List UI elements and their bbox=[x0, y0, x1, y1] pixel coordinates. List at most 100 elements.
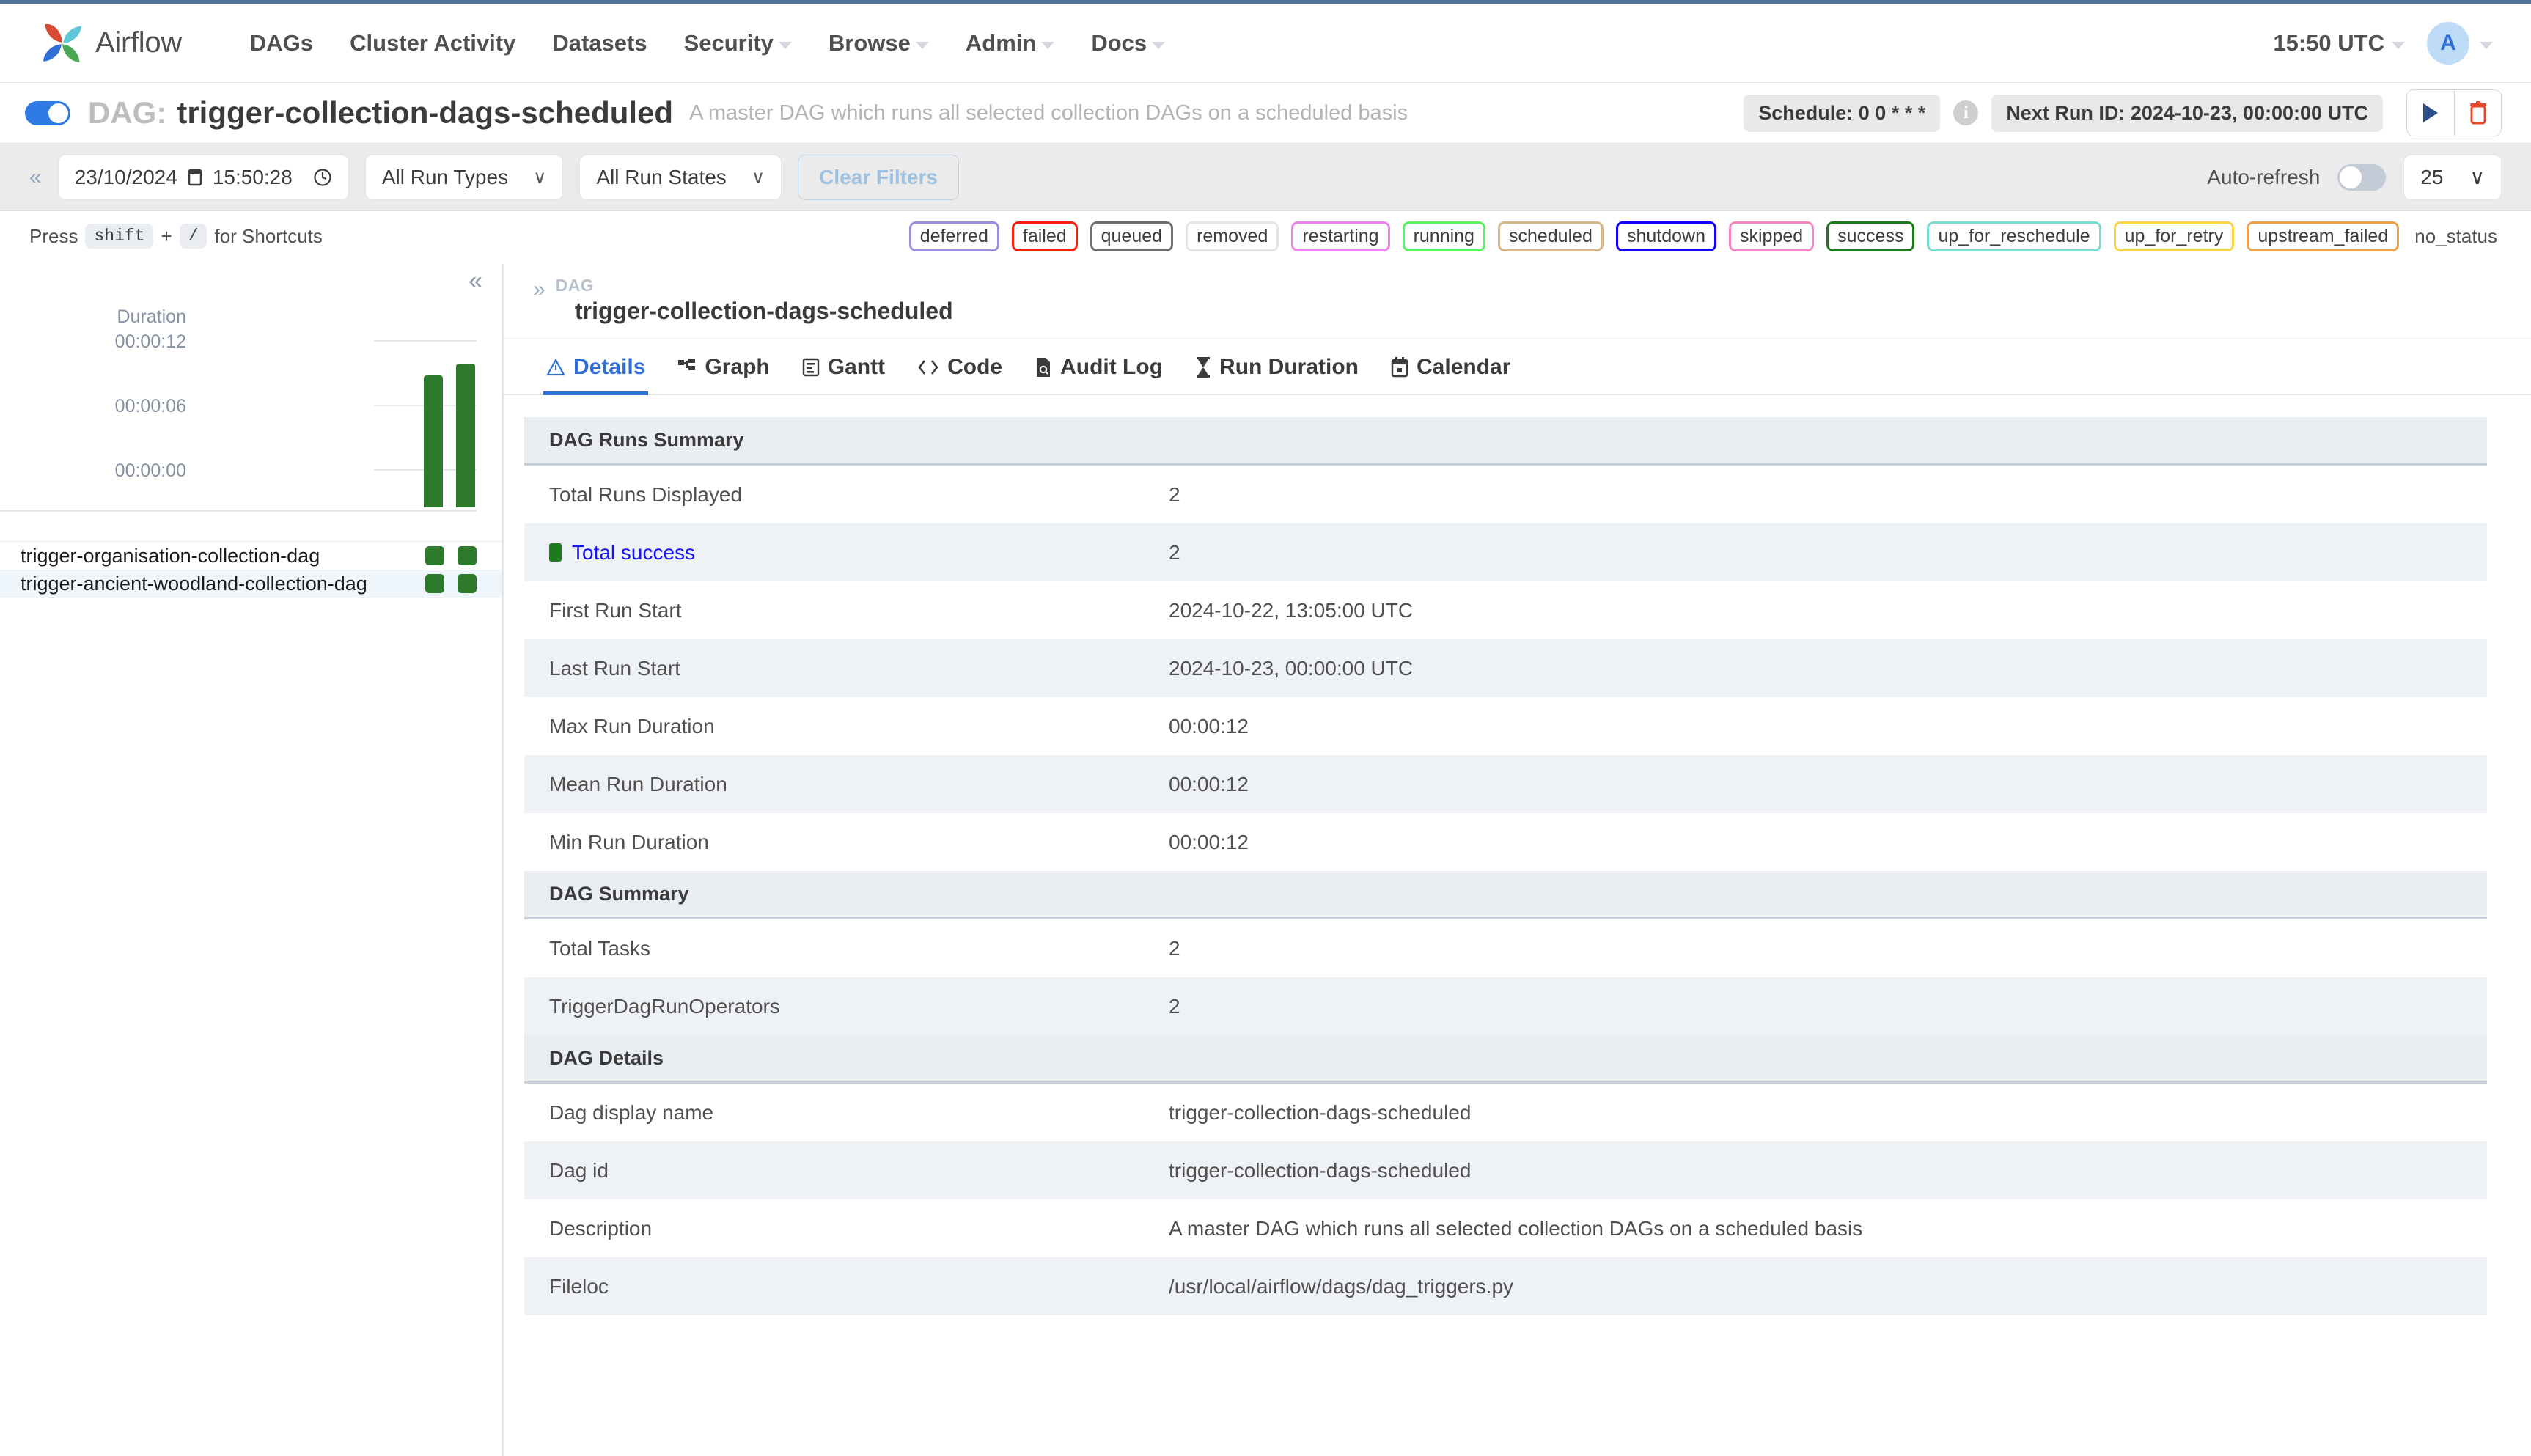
legend-badge-removed[interactable]: removed bbox=[1186, 221, 1279, 251]
legend-badge-deferred[interactable]: deferred bbox=[908, 221, 999, 251]
trash-icon bbox=[2469, 101, 2486, 125]
next-run-badge[interactable]: Next Run ID: 2024-10-23, 00:00:00 UTC bbox=[1991, 94, 2383, 132]
clock-text: 15:50 UTC bbox=[2273, 29, 2384, 56]
dag-pause-toggle[interactable] bbox=[25, 100, 70, 125]
task-instance-square[interactable] bbox=[458, 574, 477, 593]
table-row-value: 2 bbox=[1169, 540, 1180, 564]
auto-refresh-toggle[interactable] bbox=[2337, 163, 2387, 191]
nav-label: Docs bbox=[1091, 29, 1147, 56]
legend-badge-up_for_retry[interactable]: up_for_retry bbox=[2113, 221, 2235, 251]
chevron-up-icon[interactable]: « bbox=[29, 166, 42, 188]
brand-text: Airflow bbox=[95, 26, 182, 59]
tab-audit-log[interactable]: Audit Log bbox=[1018, 355, 1179, 394]
nav-item-admin[interactable]: Admin bbox=[947, 30, 1073, 56]
clear-filters-button[interactable]: Clear Filters bbox=[798, 154, 959, 200]
user-menu[interactable]: A bbox=[2427, 21, 2493, 65]
document-search-icon bbox=[1037, 358, 1051, 377]
play-icon bbox=[2423, 103, 2438, 122]
table-section-header: DAG Summary bbox=[524, 871, 2487, 919]
task-row[interactable]: trigger-ancient-woodland-collection-dag bbox=[0, 570, 502, 598]
legend-badge-scheduled[interactable]: scheduled bbox=[1497, 221, 1604, 251]
schedule-badge[interactable]: Schedule: 0 0 * * * bbox=[1744, 94, 1941, 132]
task-instance-square[interactable] bbox=[425, 574, 444, 593]
table-row-key: TriggerDagRunOperators bbox=[549, 994, 780, 1018]
tab-gantt[interactable]: Gantt bbox=[786, 355, 901, 394]
legend-badge-restarting[interactable]: restarting bbox=[1291, 221, 1390, 251]
table-row-key: DAG Summary bbox=[549, 883, 689, 905]
nav-links: DAGs Cluster Activity Datasets Security … bbox=[232, 30, 1183, 56]
run-type-value: All Run Types bbox=[381, 165, 509, 188]
info-icon[interactable]: i bbox=[1953, 100, 1979, 125]
task-name: trigger-organisation-collection-dag bbox=[21, 544, 320, 567]
task-row[interactable]: trigger-organisation-collection-dag bbox=[0, 542, 502, 570]
navbar-right: 15:50 UTC A bbox=[2273, 21, 2493, 65]
nav-label: Browse bbox=[828, 29, 911, 56]
table-row-key: Min Run Duration bbox=[549, 830, 709, 853]
tab-code[interactable]: Code bbox=[901, 355, 1018, 394]
breadcrumb-kind: DAG bbox=[555, 276, 594, 295]
nav-item-security[interactable]: Security bbox=[666, 30, 810, 56]
task-instance-square[interactable] bbox=[458, 546, 477, 565]
tab-details[interactable]: Details bbox=[530, 355, 661, 395]
node-graph-icon bbox=[678, 359, 696, 370]
legend-badge-skipped[interactable]: skipped bbox=[1728, 221, 1815, 251]
chevron-down-icon: ∨ bbox=[533, 166, 547, 188]
tab-label: Details bbox=[573, 355, 646, 379]
clock-icon[interactable] bbox=[313, 168, 332, 187]
table-row-key: Total Tasks bbox=[549, 936, 650, 960]
table-row-value: trigger-collection-dags-scheduled bbox=[1169, 1158, 1472, 1182]
table-row-key: Dag display name bbox=[549, 1100, 714, 1124]
legend-badge-success[interactable]: success bbox=[1826, 221, 1915, 251]
chevrons-right-icon[interactable]: » bbox=[533, 276, 545, 301]
tab-calendar[interactable]: Calendar bbox=[1375, 355, 1527, 394]
dag-header-bar: DAG: trigger-collection-dags-scheduled A… bbox=[0, 83, 2531, 144]
nav-item-browse[interactable]: Browse bbox=[810, 30, 947, 56]
run-state-value: All Run States bbox=[596, 165, 727, 188]
legend-badge-failed[interactable]: failed bbox=[1011, 221, 1078, 251]
page-size-select[interactable]: 25 ∨ bbox=[2403, 154, 2502, 200]
y-tick-label: 00:00:00 bbox=[114, 460, 186, 481]
nav-item-cluster-activity[interactable]: Cluster Activity bbox=[331, 30, 534, 56]
tab-label: Code bbox=[947, 355, 1003, 379]
delete-dag-button[interactable] bbox=[2454, 90, 2501, 136]
legend-badge-running[interactable]: running bbox=[1402, 221, 1485, 251]
run-date-input[interactable]: 23/10/2024 15:50:28 bbox=[57, 154, 349, 200]
toggle-knob bbox=[48, 103, 68, 123]
table-row: Dag id trigger-collection-dags-scheduled bbox=[524, 1141, 2487, 1199]
details-table: DAG Runs Summary Total Runs Displayed 2 Tot… bbox=[504, 395, 2531, 1315]
task-list: trigger-organisation-collection-dag trigg… bbox=[0, 541, 502, 598]
collapse-grid-icon[interactable]: « bbox=[469, 268, 482, 293]
table-row: Fileloc/usr/local/airflow/dags/dag_trigg… bbox=[524, 1257, 2487, 1315]
legend-badge-shutdown[interactable]: shutdown bbox=[1615, 221, 1716, 251]
task-name: trigger-ancient-woodland-collection-dag bbox=[21, 572, 367, 595]
status-dot bbox=[549, 543, 562, 562]
tab-run-duration[interactable]: Run Duration bbox=[1179, 355, 1375, 394]
table-row-key: Last Run Start bbox=[549, 656, 680, 680]
airflow-pinwheel-logo bbox=[43, 23, 82, 62]
status-legend: deferred failed queued removed restarting run… bbox=[908, 221, 2497, 251]
chart-bar[interactable] bbox=[456, 364, 475, 507]
table-row-key[interactable]: Total success bbox=[549, 541, 1169, 565]
nav-item-datasets[interactable]: Datasets bbox=[534, 30, 665, 56]
table-section-header: DAG Details bbox=[524, 1035, 2487, 1084]
timezone-selector[interactable]: 15:50 UTC bbox=[2273, 30, 2405, 56]
table-row: Max Run Duration 00:00:12 bbox=[524, 697, 2487, 755]
legend-badge-upstream_failed[interactable]: upstream_failed bbox=[2247, 221, 2400, 251]
run-state-select[interactable]: All Run States ∨ bbox=[579, 154, 782, 200]
brand-home-link[interactable]: Airflow bbox=[40, 21, 182, 66]
tab-graph[interactable]: Graph bbox=[661, 355, 785, 394]
nav-item-dags[interactable]: DAGs bbox=[232, 30, 331, 56]
table-row-value: 00:00:12 bbox=[1169, 714, 1249, 738]
chart-bar[interactable] bbox=[424, 375, 443, 507]
task-instance-squares bbox=[425, 546, 477, 565]
nav-item-docs[interactable]: Docs bbox=[1073, 30, 1183, 56]
legend-badge-queued[interactable]: queued bbox=[1090, 221, 1174, 251]
run-type-select[interactable]: All Run Types ∨ bbox=[364, 154, 564, 200]
task-instance-square[interactable] bbox=[425, 546, 444, 565]
filter-bar-right: Auto-refresh 25 ∨ bbox=[2207, 154, 2502, 200]
legend-badge-up_for_reschedule[interactable]: up_for_reschedule bbox=[1927, 221, 2101, 251]
table-row: Total Tasks 2 bbox=[524, 919, 2487, 977]
trigger-dag-button[interactable] bbox=[2407, 90, 2454, 136]
table-row-value: 2024-10-23, 00:00:00 UTC bbox=[1169, 656, 1414, 680]
table-row-key: Max Run Duration bbox=[549, 714, 715, 738]
